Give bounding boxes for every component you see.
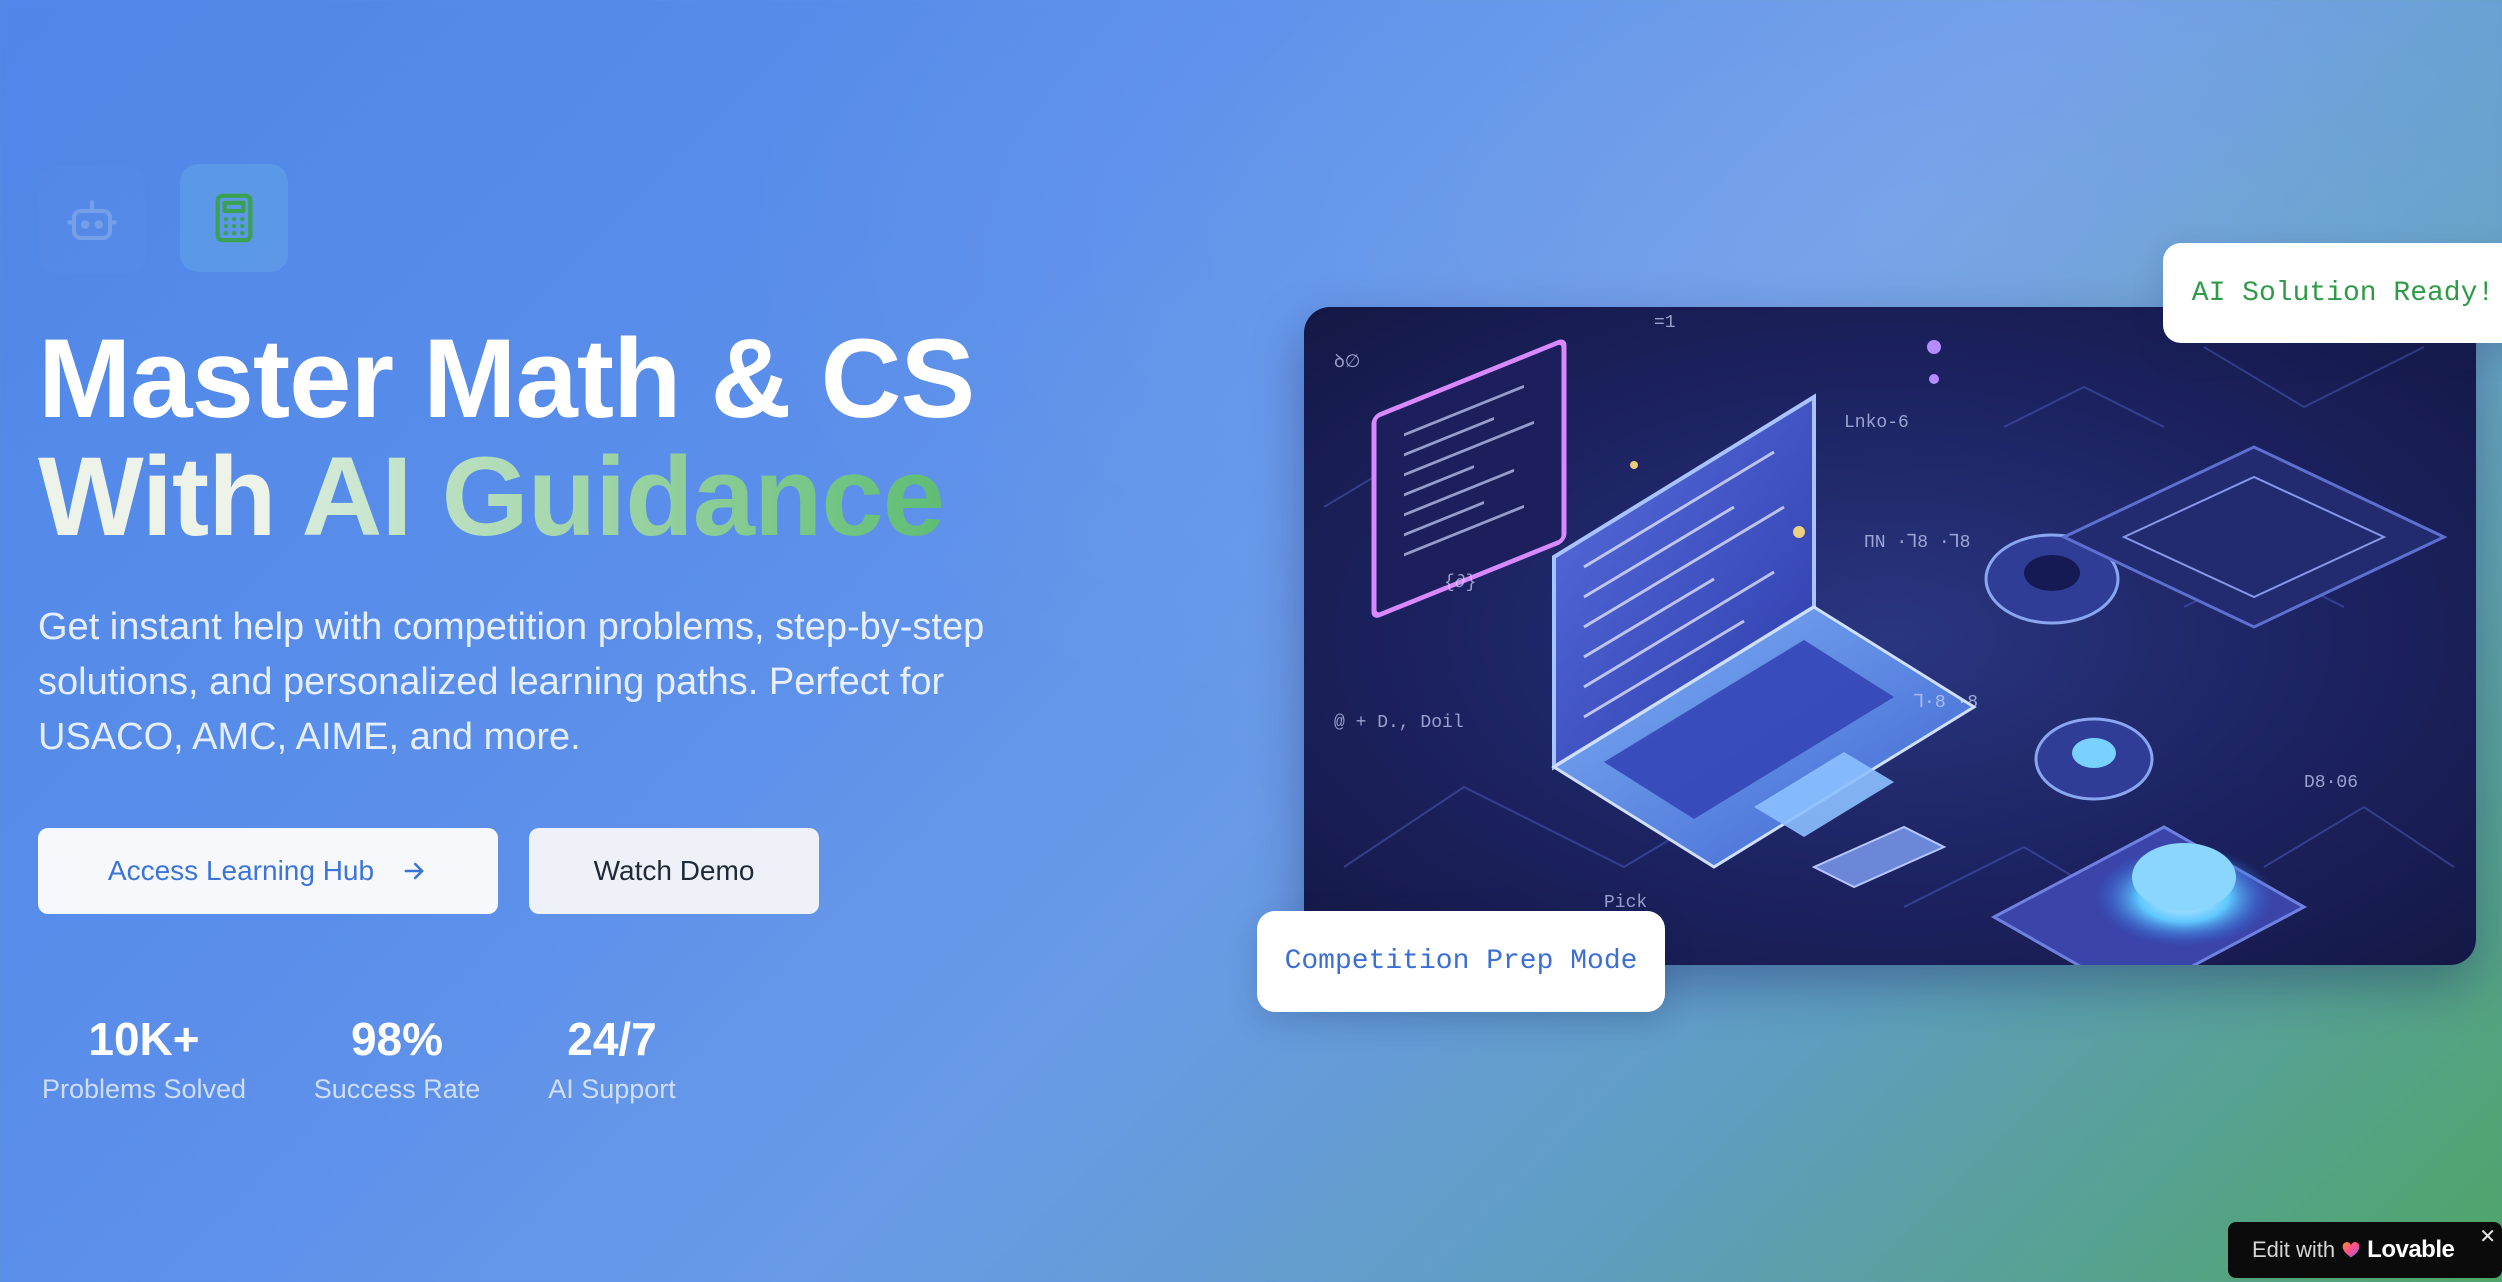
svg-text:@ + D., Doil: @ + D., Doil	[1334, 713, 1464, 733]
stat-success-rate: 98% Success Rate	[312, 1010, 482, 1108]
svg-text:{∂}: {∂}	[1444, 573, 1476, 593]
calculator-icon	[180, 164, 288, 272]
edit-with-text: Edit with	[2252, 1237, 2336, 1262]
stat-value: 24/7	[567, 1013, 657, 1065]
stat-value: 98%	[350, 1013, 444, 1065]
ai-solution-ready-text: AI Solution Ready!	[2191, 277, 2495, 309]
svg-text:D8·06: D8·06	[2304, 773, 2358, 793]
watch-demo-button[interactable]: Watch Demo	[529, 828, 819, 914]
stat-label: Success Rate	[313, 1074, 481, 1104]
access-learning-hub-label: Access Learning Hub	[107, 855, 375, 886]
arrow-right-icon	[404, 862, 424, 880]
svg-text:ΠN ·Ꞁ8 ·Ꞁ8: ΠN ·Ꞁ8 ·Ꞁ8	[1864, 533, 1970, 553]
ai-solution-ready-badge: AI Solution Ready!	[2163, 243, 2502, 343]
svg-text:Ꞁ·8 ·8: Ꞁ·8 ·8	[1914, 693, 1978, 713]
competition-prep-text: Competition Prep Mode	[1284, 946, 1638, 977]
stat-value: 10K+	[88, 1013, 200, 1065]
lovable-heart-icon	[2342, 1242, 2360, 1258]
access-learning-hub-button[interactable]: Access Learning Hub	[38, 828, 498, 914]
hero-headline: Master Math & CS With AI Guidance	[38, 320, 975, 559]
lovable-brand: Lovable	[2367, 1236, 2455, 1263]
headline-line-1: Master Math & CS	[38, 316, 975, 441]
competition-prep-badge: Competition Prep Mode	[1257, 911, 1665, 1012]
close-icon[interactable]: ✕	[2479, 1224, 2496, 1249]
svg-text:ꝺ∅: ꝺ∅	[1334, 353, 1360, 373]
watch-demo-label: Watch Demo	[593, 855, 755, 886]
stat-label: AI Support	[548, 1074, 676, 1104]
robot-icon	[38, 166, 146, 274]
svg-text:=1: =1	[1654, 313, 1676, 333]
stat-problems-solved: 10K+ Problems Solved	[38, 1010, 250, 1108]
stat-label: Problems Solved	[41, 1074, 247, 1104]
stat-ai-support: 24/7 AI Support	[545, 1010, 679, 1108]
hero-illustration: ꝺ∅ =1 Lnko-6 @ + D., Doil ΠN ·Ꞁ8 ·Ꞁ8 {∂}…	[1304, 307, 2476, 965]
hero-subtitle: Get instant help with competition proble…	[38, 606, 985, 758]
edit-with-lovable-button[interactable]: Edit with Lovable ✕	[2228, 1222, 2502, 1278]
svg-text:Lnko-6: Lnko-6	[1844, 413, 1909, 433]
headline-line-2-prefix: With	[38, 434, 277, 559]
headline-accent: AI Guidance	[301, 434, 945, 559]
svg-text:Pick: Pick	[1604, 893, 1647, 913]
